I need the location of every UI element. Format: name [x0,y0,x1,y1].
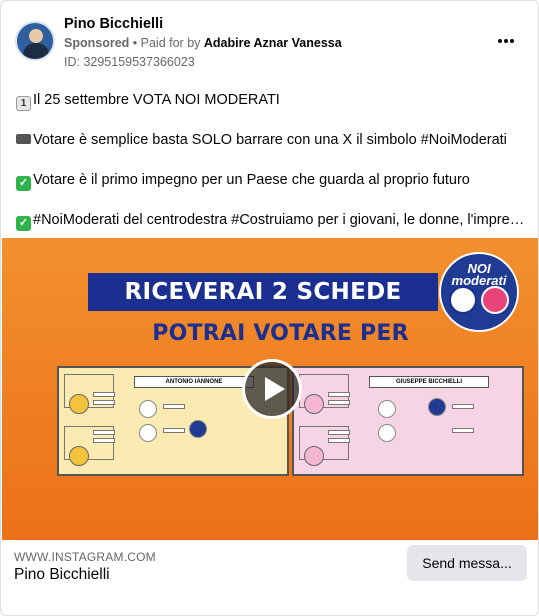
link-domain: WWW.INSTAGRAM.COM [14,550,156,564]
headline1: RICEVERAI 2 SCHEDE [124,279,402,305]
video-media[interactable]: RICEVERAI 2 SCHEDE POTRAI VOTARE PER NOI… [2,238,538,540]
page-avatar[interactable] [15,21,55,61]
logo-text: NOI moderati [451,261,507,288]
page-name[interactable]: Pino Bicchielli [64,16,163,32]
ballot-lines [93,392,115,397]
ballot-lines [328,430,350,435]
ad-card: Pino Bicchielli Sponsored • Paid for by … [0,0,539,616]
keycap-one-icon: 1 [16,96,31,111]
ballot-lines [328,438,350,443]
link-title[interactable]: Pino Bicchielli [14,566,110,584]
ballot-lines [163,428,185,433]
post-line: 1 Il 25 settembre VOTA NOI MODERATI [16,92,528,111]
party-symbol [139,400,157,418]
ballot-lines [452,428,474,433]
party-symbol [378,400,396,418]
check-icon: ✓ [16,216,31,231]
logo-symbol-right [481,286,509,314]
ballot-circle [69,446,89,466]
ballot-box-icon [16,134,31,144]
ballot-lines [328,392,350,397]
right-ballot-candidate: GIUSEPPE BICCHIELLI [369,376,489,388]
ballot-circle [304,394,324,414]
paid-for-prefix: Paid for by [140,36,201,50]
sponsored-line: Sponsored • Paid for by Adabire Aznar Va… [64,36,342,50]
paid-for-name: Adabire Aznar Vanessa [203,36,342,50]
ballot-lines [328,400,350,405]
headline2: POTRAI VOTARE PER [152,321,409,346]
post-line-text: #NoiModerati del centrodestra #Costruiam… [33,212,528,228]
ballot-lines [93,430,115,435]
sponsored-label: Sponsored [64,36,130,50]
ballot-lines [452,404,474,409]
dot-separator: • [132,36,141,50]
right-ballot: GIUSEPPE BICCHIELLI [292,366,524,476]
post-line-text: Il 25 settembre VOTA NOI MODERATI [33,92,280,108]
ballot-lines [93,438,115,443]
ballot-lines [163,404,185,409]
post-line: Votare è semplice basta SOLO barrare con… [16,132,528,148]
ad-id: ID: 3295159537366023 [64,55,195,69]
party-symbol [378,424,396,442]
logo-symbol-left [449,286,477,314]
party-symbol [139,424,157,442]
post-line-text: Votare è semplice basta SOLO barrare con… [33,132,507,148]
play-icon[interactable] [242,359,302,419]
post-line: ✓ #NoiModerati del centrodestra #Costruia… [16,212,528,231]
ballot-lines [93,400,115,405]
post-line: ✓ Votare è il primo impegno per un Paese … [16,172,528,191]
link-footer[interactable]: WWW.INSTAGRAM.COM Pino Bicchielli Send m… [2,540,538,615]
more-options-icon[interactable] [494,31,518,51]
headline-banner: RICEVERAI 2 SCHEDE [88,273,438,311]
avatar-head-shape [29,29,43,43]
ballot-circle [304,446,324,466]
left-ballot-candidate: ANTONIO IANNONE [134,376,254,388]
party-symbol [428,398,446,416]
send-message-button[interactable]: Send messa... [407,545,527,581]
ballot-circle [69,394,89,414]
avatar-body-shape [23,43,49,59]
post-line-text: Votare è il primo impegno per un Paese c… [33,172,470,188]
noi-moderati-logo: NOI moderati [439,252,519,332]
party-symbol [189,420,207,438]
check-icon: ✓ [16,176,31,191]
